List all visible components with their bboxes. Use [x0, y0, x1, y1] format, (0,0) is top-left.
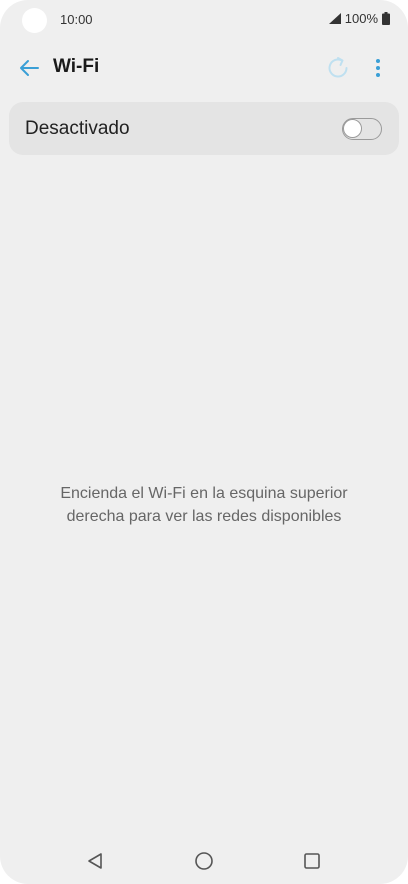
status-time: 10:00	[60, 12, 93, 27]
camera-cutout	[22, 8, 47, 33]
wifi-switch[interactable]	[342, 118, 382, 140]
app-header: Wi-Fi	[0, 46, 408, 90]
battery-icon	[382, 12, 390, 25]
empty-state-message: Encienda el Wi-Fi en la esquina superior…	[0, 482, 408, 528]
phone-screen: 10:00 100% Wi-Fi Desactivado Encienda el…	[0, 0, 408, 884]
nav-home-icon	[195, 852, 213, 870]
empty-state-line-2: derecha para ver las redes disponibles	[66, 508, 342, 525]
nav-home-button[interactable]	[191, 848, 217, 874]
nav-recent-apps-button[interactable]	[299, 848, 325, 874]
refresh-icon	[328, 57, 348, 78]
wifi-toggle-label: Desactivado	[25, 118, 130, 139]
more-vert-icon	[376, 59, 380, 77]
switch-knob	[343, 119, 362, 138]
wifi-toggle-row[interactable]: Desactivado	[9, 102, 399, 155]
navigation-bar	[0, 836, 408, 884]
nav-back-icon	[88, 853, 102, 869]
page-title: Wi-Fi	[53, 56, 100, 77]
battery-percentage: 100%	[344, 11, 378, 26]
empty-state-line-1: Encienda el Wi-Fi en la esquina superior	[60, 485, 348, 502]
status-indicators: 100%	[328, 11, 390, 26]
status-bar: 10:00 100%	[0, 0, 408, 40]
back-button[interactable]	[14, 54, 44, 82]
nav-recent-apps-icon	[304, 853, 320, 869]
more-options-button[interactable]	[366, 52, 390, 84]
back-arrow-icon	[20, 60, 39, 76]
signal-icon	[328, 13, 341, 24]
refresh-button[interactable]	[322, 52, 354, 84]
nav-back-button[interactable]	[82, 848, 108, 874]
